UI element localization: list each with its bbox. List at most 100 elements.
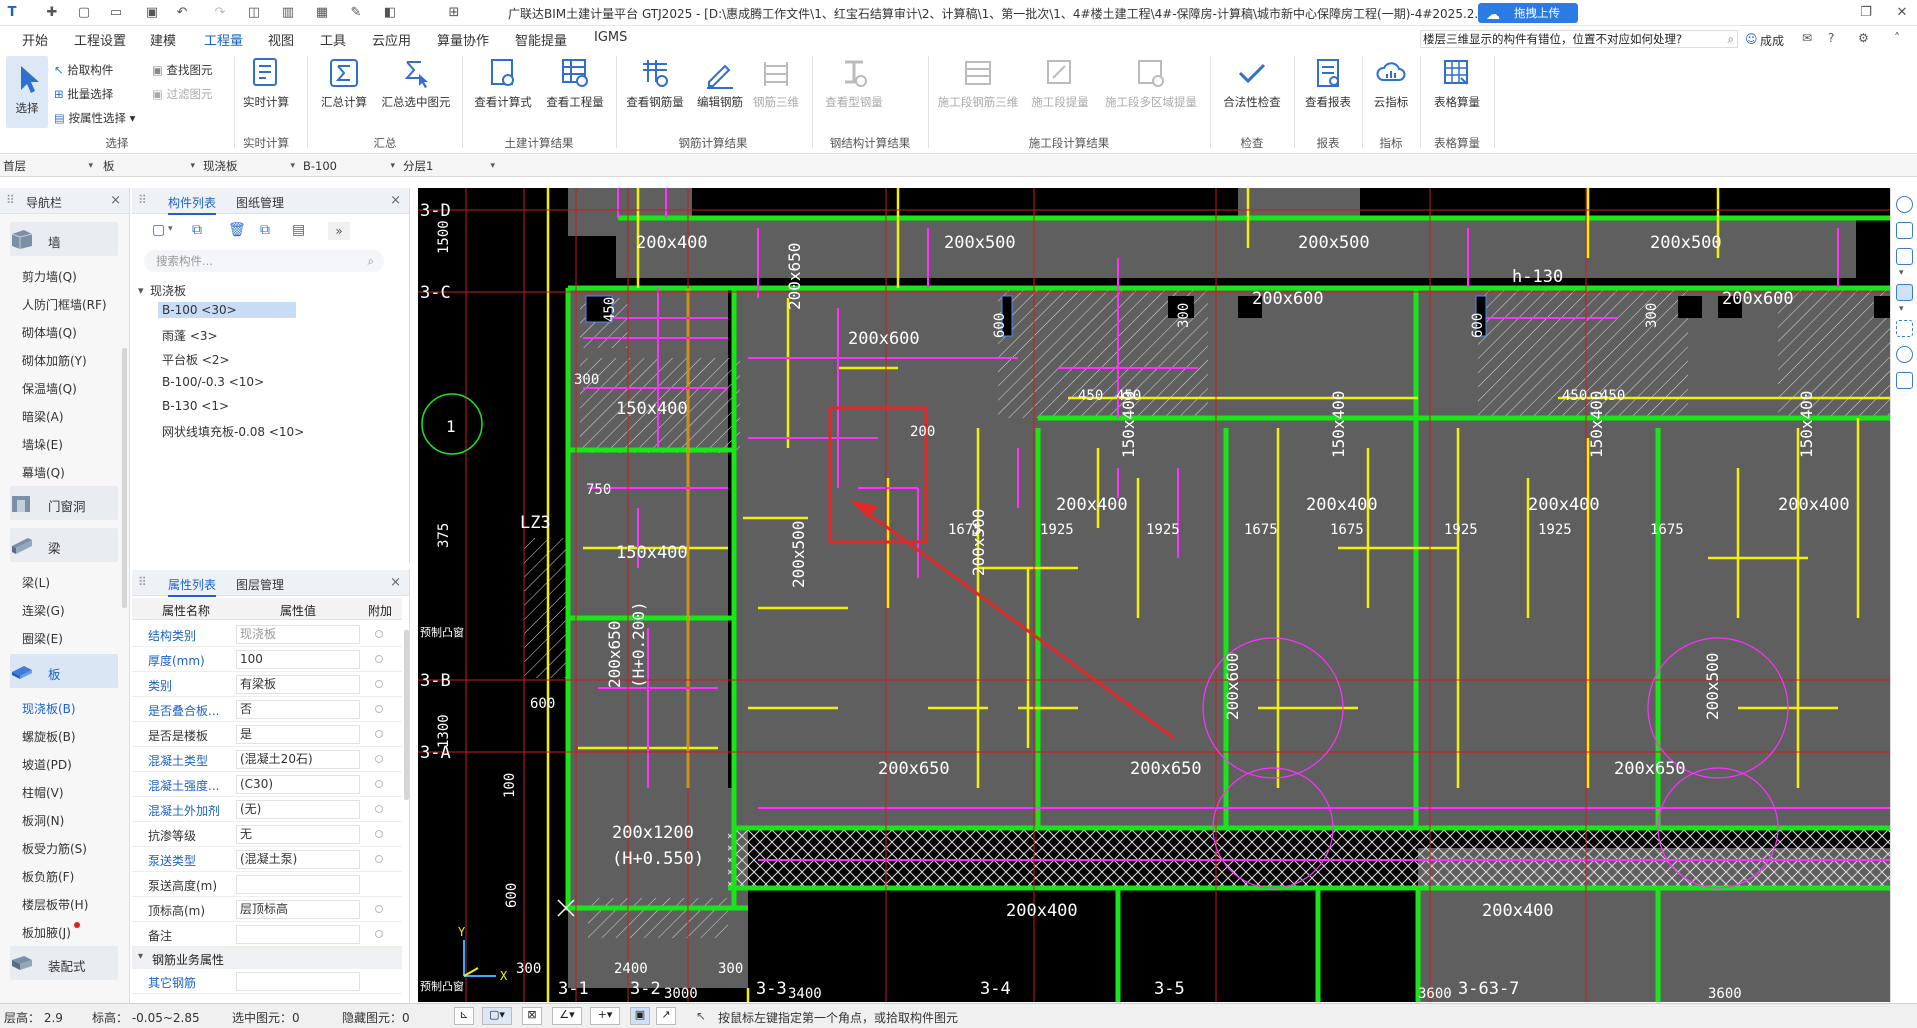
nav-item-wall-pier[interactable]: 墙垛(E): [22, 436, 63, 453]
nav-head-door-window[interactable]: 门窗洞: [10, 486, 118, 520]
menu-modeling[interactable]: 建模: [150, 30, 176, 49]
user-name[interactable]: 成成: [1760, 32, 1784, 49]
component-search-input[interactable]: 搜索构件... ⌕: [144, 250, 384, 272]
snap-icon[interactable]: +▾: [590, 1007, 620, 1025]
nav-item-link-beam[interactable]: 连梁(G): [22, 602, 65, 619]
nav-item-hidden-beam[interactable]: 暗梁(A): [22, 408, 64, 425]
cad-drawing[interactable]: 3-D 3-C 3-B 3-A 3-1 3-2 3-3 3-4 3-5 3-63…: [418, 188, 1890, 1002]
menu-smart[interactable]: 智能提量: [515, 30, 567, 49]
stage-rebar-3d-button[interactable]: 施工段钢筋三维: [932, 56, 1024, 110]
upload-button[interactable]: ☁ 拖拽上传: [1478, 3, 1578, 23]
tree-item-mesh-fill-slab[interactable]: 网状线填充板-0.08 <10>: [158, 422, 308, 441]
property-extra-checkbox[interactable]: [375, 705, 383, 713]
property-extra-checkbox[interactable]: [375, 780, 383, 788]
property-extra-checkbox[interactable]: [375, 805, 383, 813]
edit-icon[interactable]: ✎: [348, 5, 364, 21]
property-value[interactable]: 现浇板: [236, 625, 360, 644]
nav-item-ring-beam[interactable]: 圈梁(E): [22, 630, 63, 647]
nav-item-slab-haunch[interactable]: 板加腋(J): [22, 924, 71, 941]
new-icon[interactable]: ✚: [44, 5, 60, 21]
property-row[interactable]: 抗渗等级 无: [132, 822, 402, 847]
nav-item-curtain-wall[interactable]: 幕墙(Q): [22, 464, 65, 481]
rebar-3d-button[interactable]: 钢筋三维: [748, 56, 804, 110]
filter-element-button[interactable]: ▣ 过滤图元: [152, 86, 213, 102]
dynamic-input-icon[interactable]: ▣: [630, 1007, 650, 1025]
floor-copy-icon[interactable]: ▤: [292, 222, 305, 238]
angle-icon[interactable]: ∠▾: [552, 1007, 582, 1025]
type-select[interactable]: 现浇板 ▾: [200, 157, 298, 175]
property-value[interactable]: [236, 925, 360, 944]
nav-head-prefab[interactable]: 装配式: [10, 946, 118, 980]
drawing-canvas[interactable]: 3-D 3-C 3-B 3-A 3-1 3-2 3-3 3-4 3-5 3-63…: [418, 188, 1890, 1002]
property-row[interactable]: 是否是楼板 是: [132, 722, 402, 747]
menu-collab[interactable]: 算量协作: [437, 30, 489, 49]
property-row[interactable]: 结构类别 现浇板: [132, 622, 402, 647]
property-row[interactable]: 混凝土外加剂 (无): [132, 797, 402, 822]
floor-select[interactable]: 首层 ▾: [0, 157, 96, 175]
restore-icon[interactable]: ❐: [1858, 5, 1874, 21]
help-search-input[interactable]: 楼层三维显示的构件有错位，位置不对应如何处理? ⌕: [1420, 30, 1738, 48]
copy-icon[interactable]: ⧉: [192, 222, 202, 238]
tab-drawing-manage[interactable]: 图纸管理: [236, 194, 284, 211]
validity-check-button[interactable]: 合法性检查: [1216, 56, 1288, 110]
menu-tools[interactable]: 工具: [320, 30, 346, 49]
close-icon[interactable]: ×: [390, 575, 401, 590]
tab-component-list[interactable]: 构件列表: [168, 194, 217, 215]
user-avatar-icon[interactable]: ☺: [1745, 32, 1758, 46]
category-select[interactable]: 板 ▾: [100, 157, 198, 175]
rect-select-icon[interactable]: ▢▾: [482, 1007, 512, 1025]
cloud-index-button[interactable]: 云指标: [1366, 56, 1416, 110]
property-value[interactable]: 有梁板: [236, 675, 360, 694]
view-3d-icon[interactable]: [1896, 222, 1913, 239]
property-extra-checkbox[interactable]: [375, 830, 383, 838]
property-extra-checkbox[interactable]: [375, 905, 383, 913]
view-rebar-button[interactable]: 查看钢筋量: [622, 56, 688, 110]
nav-item-shear-wall[interactable]: 剪力墙(Q): [22, 268, 77, 285]
property-value[interactable]: 否: [236, 700, 360, 719]
property-row[interactable]: 泵送高度(m): [132, 872, 402, 897]
nav-item-slab-stress-rebar[interactable]: 板受力筋(S): [22, 840, 87, 857]
summary-calc-button[interactable]: 汇总计算: [316, 56, 372, 110]
save-icon[interactable]: ▣: [144, 5, 160, 21]
tool3-icon[interactable]: ◧: [382, 5, 398, 21]
nav-item-insulation-wall[interactable]: 保温墙(Q): [22, 380, 77, 397]
dropdown-arrow-icon[interactable]: ▾: [1899, 304, 1904, 314]
tab-property-list[interactable]: 属性列表: [168, 576, 217, 597]
tree-item-b100[interactable]: B-100 <30>: [158, 302, 296, 318]
cross-select-icon[interactable]: ⊠: [522, 1007, 542, 1025]
property-value[interactable]: (无): [236, 800, 360, 819]
property-row[interactable]: 是否叠合板... 否: [132, 697, 402, 722]
layer-select[interactable]: 分层1 ▾: [400, 157, 498, 175]
property-extra-checkbox[interactable]: [375, 855, 383, 863]
nav-item-masonry-rebar[interactable]: 砌体加筋(Y): [22, 352, 87, 369]
collapse-ribbon-icon[interactable]: ˄: [1894, 31, 1900, 45]
close-icon[interactable]: ×: [390, 193, 401, 208]
rebar-section-header[interactable]: ▾ 钢筋业务属性: [132, 947, 402, 969]
property-value[interactable]: 层顶标高: [236, 900, 360, 919]
view-iso-icon[interactable]: [1896, 284, 1913, 301]
zoom-extent-icon[interactable]: [1896, 320, 1913, 337]
redo-icon[interactable]: ↷: [212, 5, 228, 21]
nav-item-slab-hole[interactable]: 板洞(N): [22, 812, 64, 829]
menu-quantity[interactable]: 工程量: [204, 30, 244, 52]
view-quantity-button[interactable]: 查看工程量: [540, 56, 610, 110]
nav-item-slab-neg-rebar[interactable]: 板负筋(F): [22, 868, 74, 885]
view-steel-button[interactable]: 查看型钢量: [818, 56, 890, 110]
property-extra-checkbox[interactable]: [375, 680, 383, 688]
realtime-calc-button[interactable]: 实时计算: [240, 56, 292, 110]
nav-head-beam[interactable]: 梁: [10, 528, 118, 562]
stage-extract-button[interactable]: 施工段提量: [1026, 56, 1094, 110]
property-row[interactable]: 泵送类型 (混凝土泵): [132, 847, 402, 872]
property-row[interactable]: 混凝土类型 (混凝土20石): [132, 747, 402, 772]
tab-layer-manage[interactable]: 图层管理: [236, 576, 284, 593]
nav-item-masonry-wall[interactable]: 砌体墙(Q): [22, 324, 77, 341]
property-extra-checkbox[interactable]: [375, 755, 383, 763]
property-value[interactable]: 100: [236, 650, 360, 669]
select-by-attr-button[interactable]: ▤ 按属性选择 ▾: [54, 110, 135, 126]
undo-icon[interactable]: ↶: [174, 5, 190, 21]
nav-scrollbar[interactable]: [122, 348, 127, 608]
property-row[interactable]: 备注: [132, 922, 402, 947]
nav-item-column-cap[interactable]: 柱帽(V): [22, 784, 64, 801]
tree-item-canopy[interactable]: 雨蓬 <3>: [158, 326, 222, 345]
grid-icon[interactable]: ▦: [314, 5, 330, 21]
